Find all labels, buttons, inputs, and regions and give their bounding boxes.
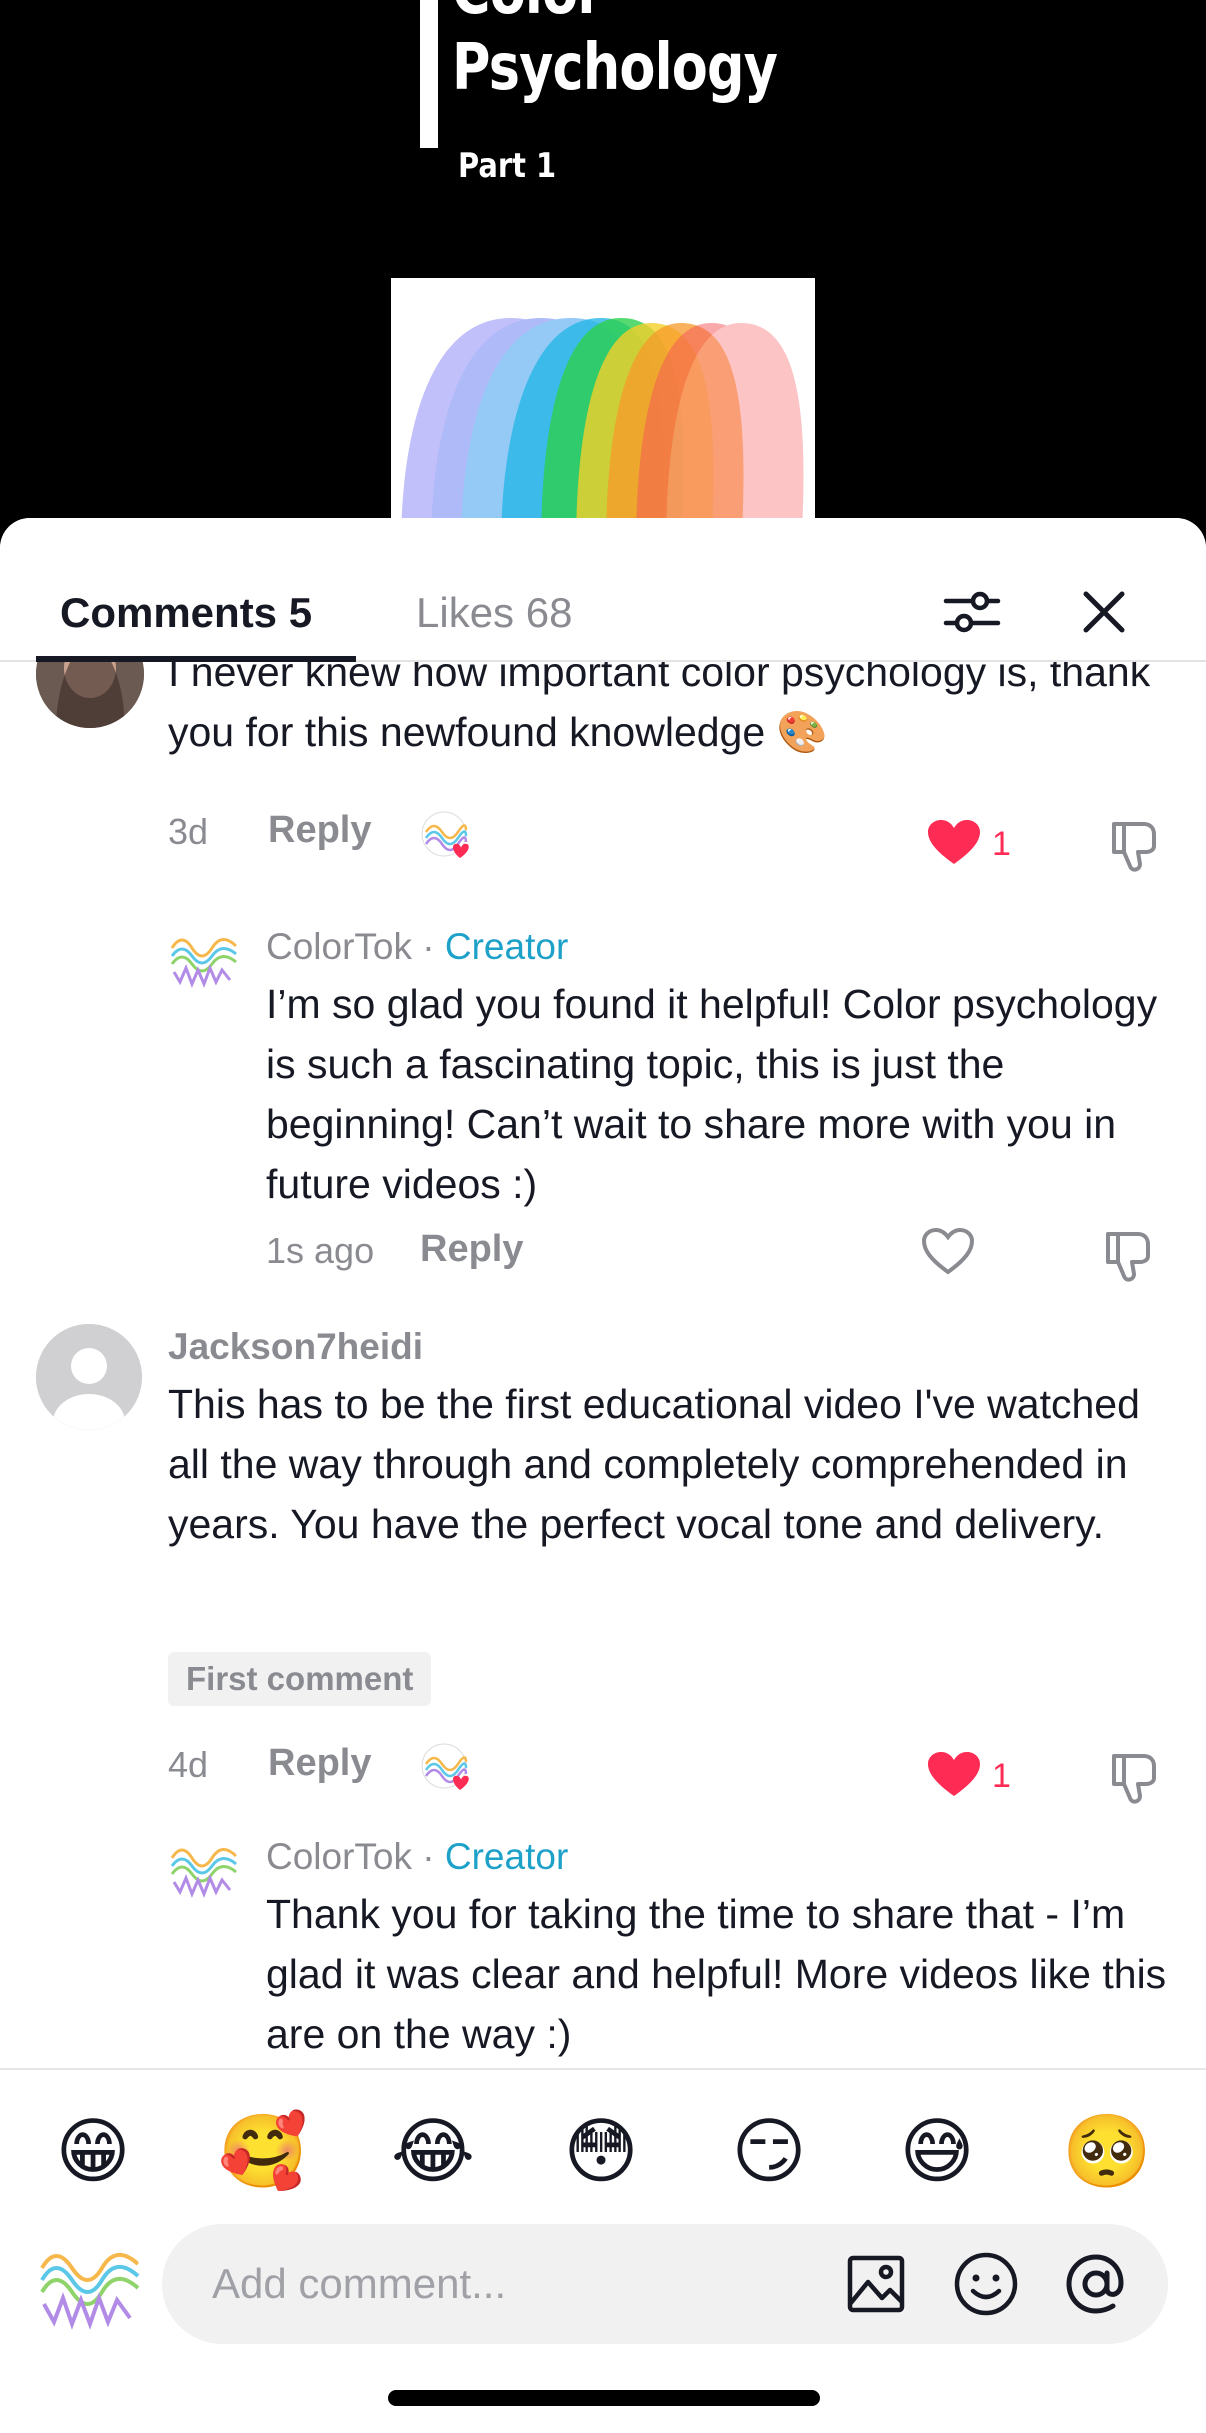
dislike-icon[interactable] [1106,818,1162,874]
heart-filled-icon[interactable] [928,1752,980,1803]
comment-text: I never knew how important color psychol… [168,662,1151,755]
like-count: 1 [992,825,1011,863]
tab-comments[interactable]: Comments 5 [60,568,312,658]
creator-label: Creator [444,926,569,967]
image-icon[interactable] [838,2246,914,2322]
creator-liked-icon [420,810,474,864]
creator-label: Creator [444,1836,569,1877]
reply-username-text[interactable]: ColorTok [266,926,412,967]
reply-username-text[interactable]: ColorTok [266,1836,412,1877]
comment-composer-bar: 😁 🥰 😂 😳 😏 😅 🥺 [0,2068,1206,2433]
tab-likes[interactable]: Likes 68 [416,568,572,658]
comment-username[interactable]: Jackson7heidi [168,1326,423,1368]
reply-button[interactable]: Reply [268,1742,371,1785]
emoji-grin[interactable]: 😁 [48,2106,138,2196]
creator-liked-icon [420,1742,474,1796]
emoji-smirk[interactable]: 😏 [724,2106,814,2196]
comment-age: 3d [168,811,209,852]
filter-icon[interactable] [932,572,1012,652]
avatar[interactable] [36,1324,142,1430]
reply-button[interactable]: Reply [268,809,371,852]
emoji-flushed[interactable]: 😳 [556,2106,646,2196]
video-part-label: Part 1 [458,146,557,186]
reply-text: Thank you for taking the time to share t… [266,1891,1167,2057]
comment-input[interactable] [212,2224,812,2344]
first-comment-badge: First comment [168,1652,432,1706]
mention-icon[interactable] [1058,2246,1134,2322]
emoji-picker-icon[interactable] [948,2246,1024,2322]
reply-username[interactable]: ColorTok · Creator [266,1836,568,1878]
title-accent-bar [420,0,438,148]
comments-sheet: Comments 5 Likes 68 I never knew how imp… [0,518,1206,2433]
emoji-smiling-hearts[interactable]: 🥰 [218,2106,308,2196]
comments-header: Comments 5 Likes 68 [0,518,1206,662]
video-background[interactable]: Color Psychology Part 1 [0,0,1206,560]
home-indicator[interactable] [388,2390,820,2406]
username-separator: · [412,926,445,967]
emoji-sweat-smile[interactable]: 😅 [892,2106,982,2196]
heart-outline-icon[interactable] [921,1227,975,1281]
video-thumbnail-art [391,278,815,548]
user-avatar[interactable] [36,2232,144,2340]
emoji-tears-of-joy[interactable]: 😂 [388,2106,478,2196]
like-count: 1 [992,1757,1011,1795]
video-title: Color Psychology [452,0,778,105]
reply-age: 1s ago [266,1230,375,1271]
username-separator: · [412,1836,445,1877]
creator-avatar[interactable] [168,924,240,996]
close-icon[interactable] [1064,572,1144,652]
comment-text: This has to be the first educational vid… [168,1381,1140,1547]
comments-list[interactable]: I never knew how important color psychol… [0,662,1206,2068]
dislike-icon[interactable] [1100,1228,1156,1284]
comment-age: 4d [168,1744,209,1785]
reply-text: I’m so glad you found it helpful! Color … [266,981,1158,1207]
comment-input-pill[interactable] [162,2224,1168,2344]
heart-filled-icon[interactable] [928,820,980,871]
dislike-icon[interactable] [1106,1750,1162,1806]
emoji-pleading[interactable]: 🥺 [1062,2106,1152,2196]
reply-username[interactable]: ColorTok · Creator [266,926,568,968]
avatar[interactable] [36,662,144,728]
reply-button[interactable]: Reply [420,1228,523,1271]
creator-avatar[interactable] [168,1834,240,1906]
active-tab-indicator [36,656,356,662]
